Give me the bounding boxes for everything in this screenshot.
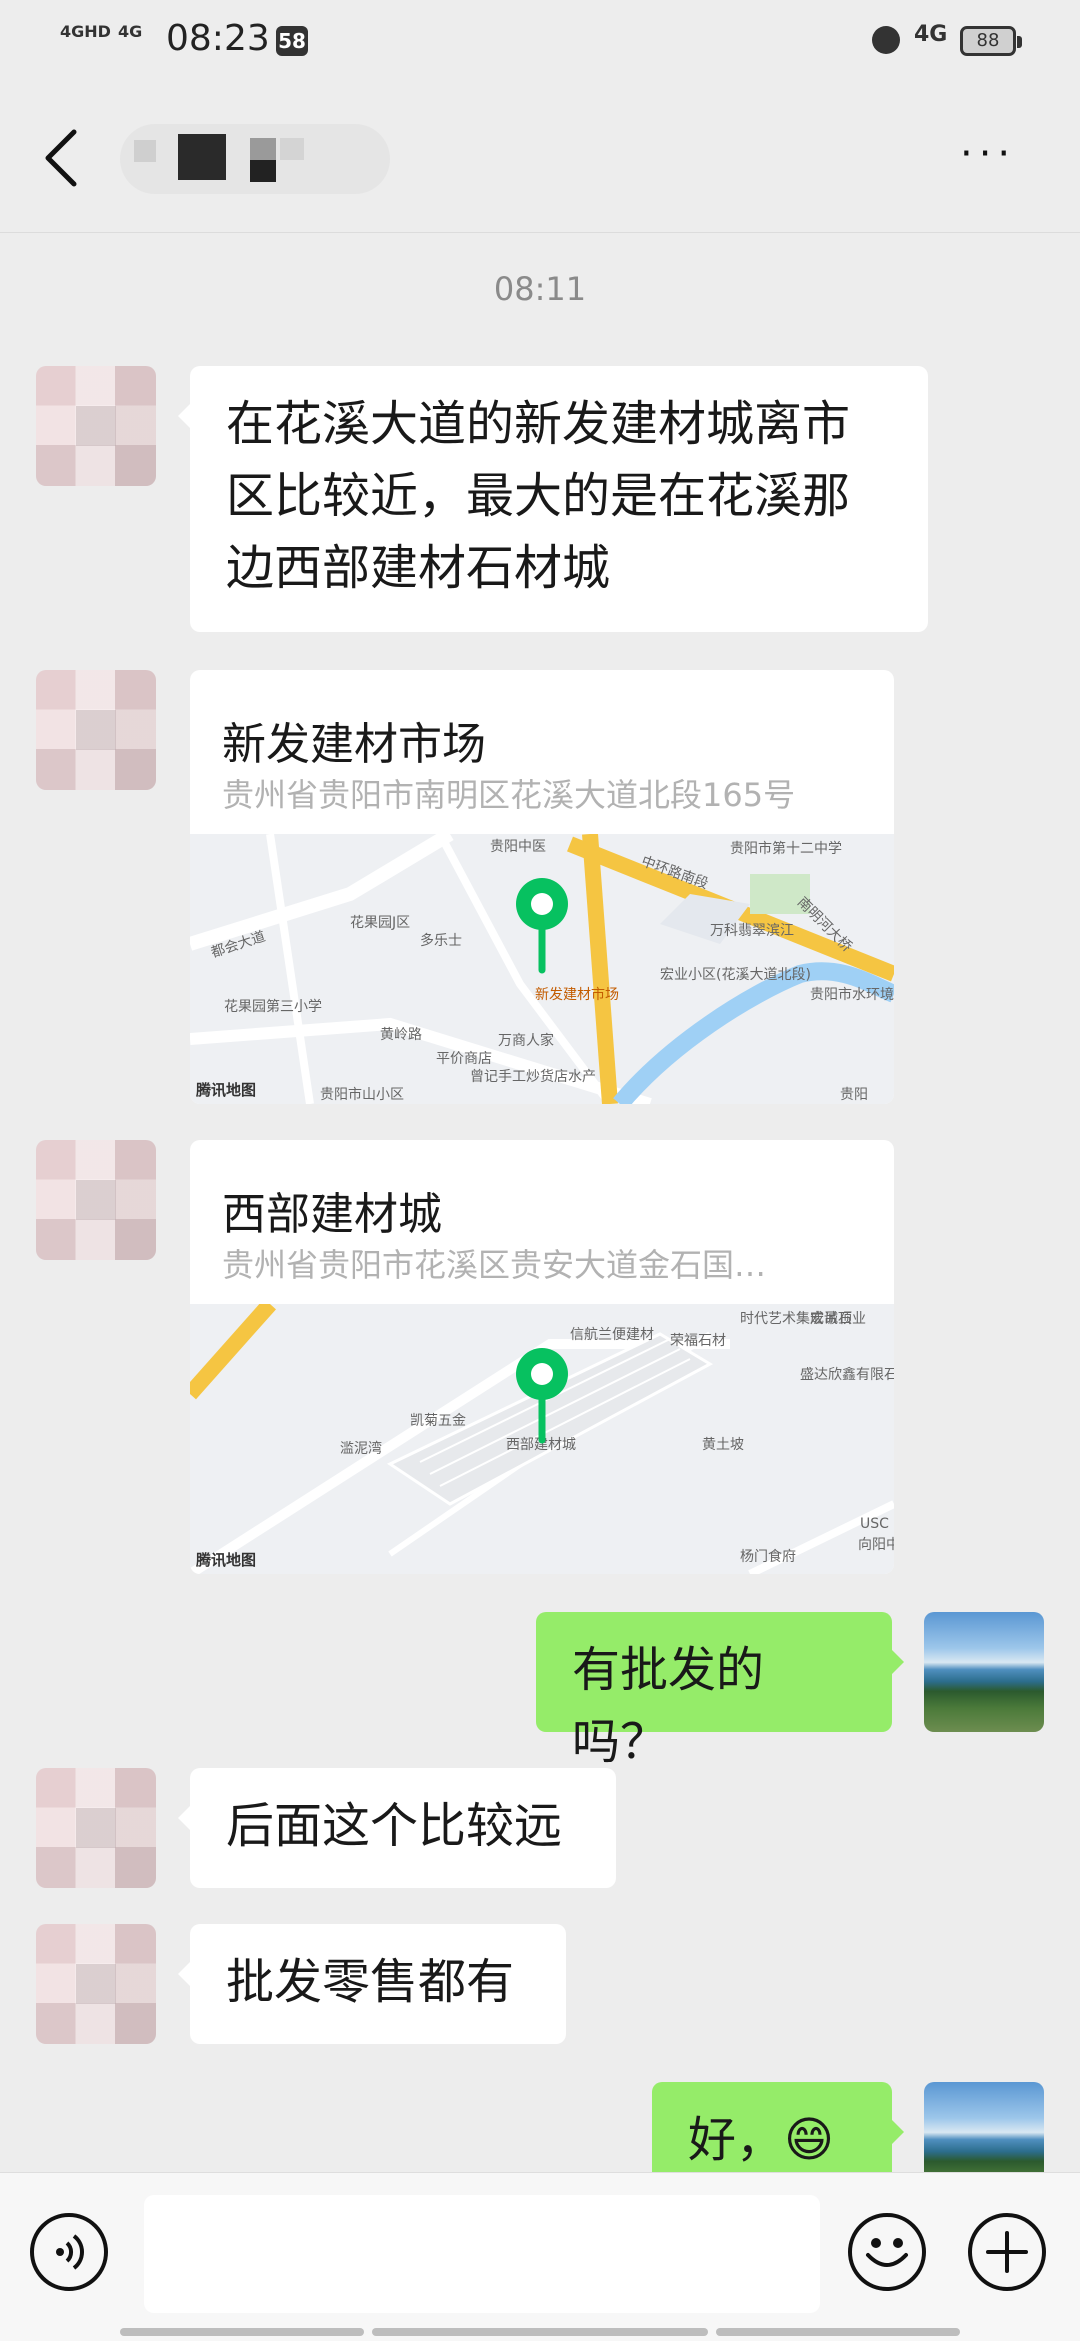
map-label: 向阳中	[858, 1537, 894, 1553]
location-address: 贵州省贵阳市南明区花溪大道北段165号	[222, 776, 796, 814]
status-bar: 4GHD 4G 08:23 58 4G 88	[0, 0, 1080, 84]
map-label: 贵阳市第十二中学	[730, 841, 842, 857]
more-horizontal-icon[interactable]: ···	[960, 134, 1024, 174]
time-divider: 08:11	[493, 270, 587, 308]
map-label: 曾记手工炒货店水产	[470, 1069, 596, 1085]
input-bar	[0, 2172, 1080, 2341]
plus-icon[interactable]	[968, 2213, 1046, 2291]
home-indicator	[372, 2328, 708, 2336]
map-label: 滥泥湾	[340, 1441, 382, 1457]
avatar[interactable]	[36, 1768, 156, 1888]
location-map: 信航兰便建材 时代艺术集成吊顶 宏诚石业 荣福石材 盛达欣鑫有限石业 凯菊五金 …	[190, 1304, 894, 1574]
network-4g-icon: 4G	[914, 22, 948, 47]
map-label: 黄土坡	[702, 1437, 744, 1453]
map-pin-icon	[516, 878, 568, 974]
message-bubble[interactable]: 批发零售都有	[178, 1924, 566, 2044]
contact-name-redacted	[120, 124, 390, 194]
signal-4g-icon: 4G	[118, 22, 143, 41]
map-label: 信航兰便建材	[570, 1327, 654, 1343]
map-label: 多乐士	[420, 933, 462, 949]
message-bubble[interactable]: 在花溪大道的新发建材城离市 区比较近，最大的是在花溪那 边西部建材石材城	[178, 366, 928, 632]
location-name: 新发建材市场	[222, 719, 486, 770]
avatar[interactable]	[36, 670, 156, 790]
location-address: 贵州省贵阳市花溪区贵安大道金石国…	[222, 1246, 767, 1284]
avatar[interactable]	[36, 1924, 156, 2044]
message-bubble[interactable]: 后面这个比较远	[178, 1768, 616, 1888]
alarm-icon	[872, 26, 900, 54]
location-map: 贵阳中医 贵阳市第十二中学 中环路南段 万科翡翠滨江 南明河大桥 花果园J区 多…	[190, 834, 894, 1104]
map-label: 花果园第三小学	[224, 999, 322, 1015]
chevron-left-icon[interactable]	[40, 128, 90, 188]
map-label: 万科翡翠滨江	[710, 923, 794, 939]
battery-icon: 88	[960, 26, 1022, 56]
map-label: 黄岭路	[380, 1027, 422, 1043]
avatar[interactable]	[36, 1140, 156, 1260]
home-indicator	[120, 2328, 364, 2336]
home-indicator	[716, 2328, 960, 2336]
location-card[interactable]: 新发建材市场 贵州省贵阳市南明区花溪大道北段165号 贵阳中医 贵阳市第十二中学…	[190, 670, 894, 1104]
avatar[interactable]	[36, 366, 156, 486]
map-label: 宏业小区(花溪大道北段)	[660, 967, 811, 983]
map-label: 贵阳市山小区	[320, 1087, 404, 1103]
map-label: 新发建材市场	[535, 987, 619, 1003]
map-brand-logo: 腾讯地图	[196, 1551, 257, 1569]
voice-icon[interactable]	[30, 2213, 108, 2291]
map-label: 宏诚石业	[810, 1311, 866, 1327]
location-card[interactable]: 西部建材城 贵州省贵阳市花溪区贵安大道金石国… 信航兰便建材 时代艺术集成吊顶 …	[190, 1140, 894, 1574]
map-label: 平价商店	[436, 1051, 492, 1067]
map-label: 盛达欣鑫有限石业	[800, 1367, 894, 1383]
message-bubble-self[interactable]: 有批发的吗？	[536, 1612, 904, 1770]
signal-4ghd-icon: 4GHD	[60, 22, 111, 41]
map-label: 贵阳中医	[490, 839, 546, 855]
map-label: USC	[860, 1516, 889, 1532]
map-label: 凯菊五金	[410, 1413, 466, 1429]
chat-header: ···	[0, 84, 1080, 233]
map-label: 贵阳	[840, 1087, 868, 1103]
location-name: 西部建材城	[222, 1189, 442, 1240]
map-pin-icon	[516, 1348, 568, 1444]
map-label: 荣福石材	[670, 1333, 726, 1349]
map-label: 杨门食府	[740, 1549, 796, 1565]
avatar-self[interactable]	[924, 1612, 1044, 1732]
map-label: 贵阳市水环境科普馆	[810, 987, 894, 1003]
message-input[interactable]	[144, 2195, 820, 2313]
map-brand-logo: 腾讯地图	[196, 1081, 257, 1099]
map-label: 花果园J区	[350, 915, 411, 931]
status-time: 08:23	[166, 18, 270, 59]
notification-badge: 58	[276, 26, 308, 56]
map-label: 万商人家	[498, 1033, 554, 1049]
emoji-icon[interactable]	[848, 2213, 926, 2291]
